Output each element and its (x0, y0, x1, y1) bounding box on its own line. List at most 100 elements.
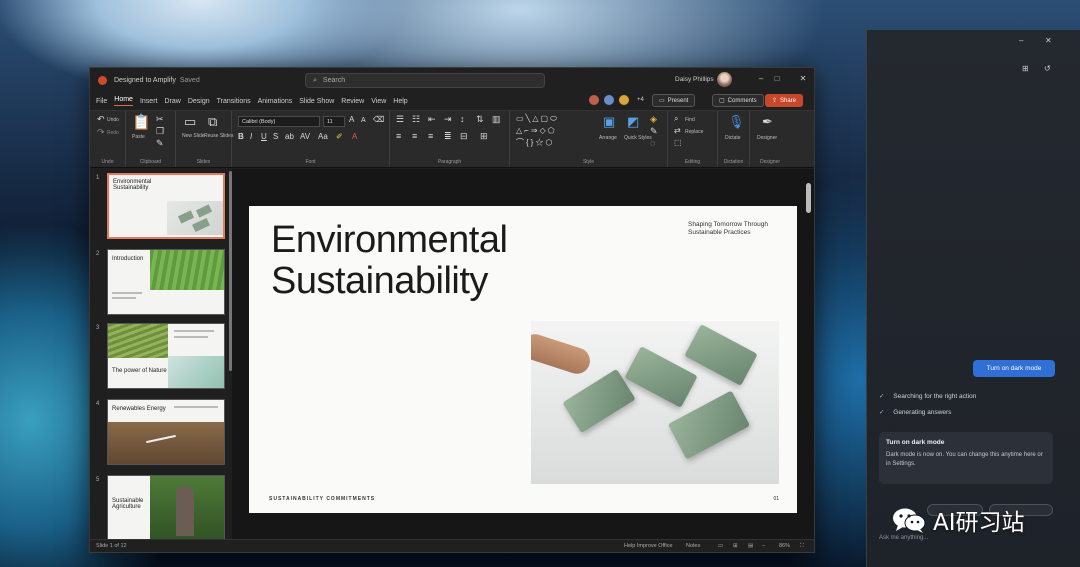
arrange-icon[interactable]: ▣ (603, 115, 615, 128)
tab-view[interactable]: View (371, 98, 386, 105)
tab-home[interactable]: Home (114, 96, 133, 106)
avatar[interactable] (717, 72, 732, 87)
history-icon[interactable]: ↺ (1044, 64, 1051, 73)
minimize-button[interactable]: – (1019, 36, 1023, 45)
thumbnail-slide[interactable]: The power of Nature (107, 323, 225, 389)
align-center-icon[interactable]: ≡ (412, 132, 417, 141)
clear-format-icon[interactable]: ⌫ (373, 116, 384, 124)
thumbnail-slide[interactable]: Renewables Energy (107, 399, 225, 465)
shape-effects-icon[interactable]: ◌ (650, 139, 655, 148)
new-slide-icon[interactable]: ▭ (184, 115, 196, 128)
highlight-icon[interactable]: ✐ (336, 133, 343, 141)
shadow-icon[interactable]: ab (285, 133, 294, 141)
numbering-icon[interactable]: ☷ (412, 115, 420, 124)
slide-title[interactable]: Environmental Sustainability (271, 220, 508, 302)
zoom-level[interactable]: 86% (779, 543, 790, 549)
fit-slide-icon[interactable]: ⛶ (800, 543, 804, 550)
thumbnail-item[interactable]: 5 Sustainable Agriculture (90, 475, 232, 541)
align-right-icon[interactable]: ≡ (428, 132, 433, 141)
designer-icon[interactable]: ✒ (762, 115, 773, 128)
bold-icon[interactable]: B (238, 133, 244, 141)
reading-view-icon[interactable]: ▤ (748, 543, 753, 549)
columns-icon[interactable]: ▥ (492, 115, 501, 124)
canvas-scrollbar[interactable] (806, 183, 811, 213)
tab-draw[interactable]: Draw (164, 98, 180, 105)
align-left-icon[interactable]: ≡ (396, 132, 401, 141)
thumbnail-item[interactable]: 1 Environmental Sustainability (90, 173, 232, 243)
tab-slide-show[interactable]: Slide Show (299, 98, 334, 105)
paste-icon[interactable]: 📋 (132, 115, 151, 130)
copy-icon[interactable]: ❐ (156, 127, 164, 136)
notes-button[interactable]: Notes (686, 543, 700, 549)
present-button[interactable]: ▭ Present (652, 94, 696, 107)
search-input[interactable]: ⌕ Search (305, 73, 545, 88)
smartart-icon[interactable]: ⊞ (480, 132, 488, 141)
find-icon[interactable]: ⌕ (674, 115, 678, 123)
shape-fill-icon[interactable]: ◈ (650, 115, 657, 124)
slide-subtitle[interactable]: Shaping Tomorrow Through Sustainable Pra… (688, 221, 788, 237)
close-button[interactable]: ✕ (796, 74, 810, 83)
increase-indent-icon[interactable]: ⇥ (444, 115, 452, 124)
thumbnail-slide[interactable]: Introduction (107, 249, 225, 315)
normal-view-icon[interactable]: ▭ (718, 543, 723, 549)
tab-file[interactable]: File (96, 98, 107, 105)
line-spacing-icon[interactable]: ↕ (460, 115, 465, 124)
shapes-gallery-icon[interactable]: ⌒{}☆⬡ (516, 139, 554, 147)
reuse-slides-icon[interactable]: ⧉ (208, 115, 217, 128)
shapes-gallery-icon[interactable]: △⌐⇒◇⬠ (516, 127, 557, 135)
shapes-gallery-icon[interactable]: ▭╲△▢⬭ (516, 115, 559, 123)
text-direction-icon[interactable]: ⇅ (476, 115, 484, 124)
turn-on-dark-mode-button[interactable]: Turn on dark mode (973, 360, 1055, 377)
arrange-label: Arrange (599, 135, 617, 141)
quick-styles-icon[interactable]: ◩ (627, 115, 639, 128)
thumbnail-item[interactable]: 3 The power of Nature (90, 323, 232, 393)
align-text-icon[interactable]: ⊟ (460, 132, 468, 141)
change-case-icon[interactable]: Aa (318, 133, 328, 141)
underline-icon[interactable]: U (261, 133, 267, 141)
close-button[interactable]: ✕ (1045, 36, 1052, 45)
current-slide[interactable]: Environmental Sustainability Shaping Tom… (249, 206, 797, 513)
collaborator-avatar[interactable] (618, 94, 630, 106)
font-name-select[interactable]: Calibri (Body) (238, 116, 320, 127)
thumbnail-item[interactable]: 4 Renewables Energy (90, 399, 232, 469)
thumbnail-slide[interactable]: Sustainable Agriculture (107, 475, 225, 541)
tab-insert[interactable]: Insert (140, 98, 158, 105)
tab-design[interactable]: Design (188, 98, 210, 105)
thumbnail-slide[interactable]: Environmental Sustainability (107, 173, 225, 239)
italic-icon[interactable]: I (250, 133, 252, 141)
microphone-icon[interactable]: 🎙 (728, 115, 745, 128)
slide-image[interactable] (531, 321, 779, 484)
format-painter-icon[interactable]: ✎ (156, 139, 164, 148)
spacing-icon[interactable]: AV (300, 133, 310, 141)
collaborator-avatar[interactable] (588, 94, 600, 106)
comments-button[interactable]: ▢ Comments (712, 94, 764, 107)
tab-animations[interactable]: Animations (258, 98, 293, 105)
justify-icon[interactable]: ≣ (444, 132, 452, 141)
select-icon[interactable]: ⬚ (674, 139, 682, 147)
strikethrough-icon[interactable]: S (273, 133, 278, 141)
collaborator-avatar[interactable] (603, 94, 615, 106)
share-button[interactable]: ⇪ Share (765, 94, 804, 107)
shrink-font-icon[interactable]: A (361, 117, 366, 124)
grow-font-icon[interactable]: A (349, 116, 354, 124)
thumbnail-item[interactable]: 2 Introduction (90, 249, 232, 319)
font-color-icon[interactable]: A (352, 133, 357, 141)
zoom-slider[interactable]: − (762, 543, 765, 549)
cut-icon[interactable]: ✂ (156, 115, 164, 124)
tab-transitions[interactable]: Transitions (217, 98, 251, 105)
bullets-icon[interactable]: ☰ (396, 115, 404, 124)
help-improve-office[interactable]: Help Improve Office (624, 543, 673, 549)
tab-review[interactable]: Review (341, 98, 364, 105)
document-title: Designed to Amplify (114, 76, 176, 84)
slide-sorter-icon[interactable]: ⊞ (733, 543, 738, 549)
redo-icon[interactable]: ↷ (97, 128, 105, 137)
new-chat-icon[interactable]: ⊞ (1022, 64, 1029, 73)
tab-help[interactable]: Help (393, 98, 407, 105)
font-size-select[interactable]: 11 (323, 116, 345, 127)
maximize-button[interactable]: □ (770, 74, 784, 83)
shape-outline-icon[interactable]: ✎ (650, 127, 658, 136)
decrease-indent-icon[interactable]: ⇤ (428, 115, 436, 124)
minimize-button[interactable]: – (754, 74, 768, 83)
replace-icon[interactable]: ⇄ (674, 127, 681, 135)
undo-icon[interactable]: ↶ (97, 115, 105, 124)
